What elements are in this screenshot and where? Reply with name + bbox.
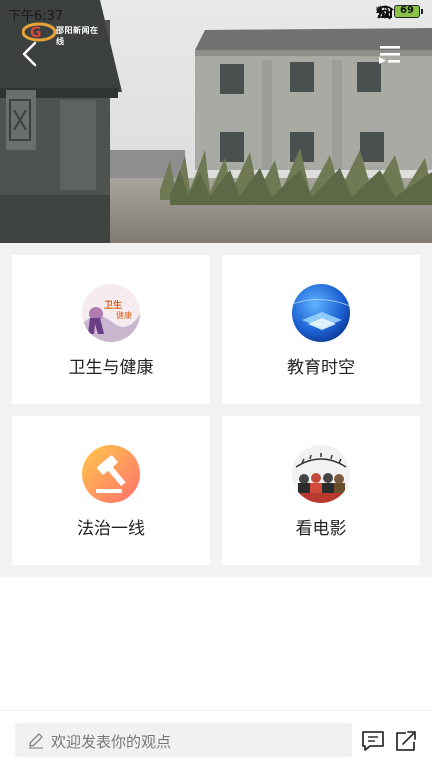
comment-input[interactable]: 欢迎发表你的观点	[15, 723, 352, 757]
category-card-movie[interactable]: 看电影	[222, 416, 420, 565]
education-thumb-icon	[292, 284, 350, 342]
gavel-thumb-icon	[82, 445, 140, 503]
comment-placeholder: 欢迎发表你的观点	[51, 733, 172, 751]
comment-icon	[362, 731, 384, 751]
category-label: 卫生与健康	[68, 358, 154, 378]
health-thumb-icon: 卫生 健康	[82, 284, 140, 342]
category-card-education[interactable]: 教育时空	[222, 255, 420, 404]
category-grid: 卫生 健康 卫生与健康 教育时空 法治一线 看电影	[0, 243, 432, 577]
category-card-health[interactable]: 卫生 健康 卫生与健康	[12, 255, 210, 404]
share-button[interactable]	[394, 730, 418, 752]
video-player[interactable]: 下午6:37 HD 69 G 邵阳新闻在线	[0, 0, 432, 243]
comment-bar: 欢迎发表你的观点	[0, 710, 432, 768]
category-card-law[interactable]: 法治一线	[12, 416, 210, 565]
playlist-icon	[379, 46, 400, 64]
app-screen: 下午6:37 HD 69 G 邵阳新闻在线 卫生 健康 卫生与健康 教育时空 法…	[0, 0, 432, 768]
channel-logo: G 邵阳新闻在线	[22, 20, 102, 46]
category-label: 法治一线	[77, 519, 145, 539]
category-label: 看电影	[295, 519, 347, 539]
share-icon	[396, 731, 416, 751]
chevron-left-icon	[22, 41, 37, 67]
pencil-icon	[29, 733, 43, 749]
svg-text:健康: 健康	[116, 310, 132, 320]
svg-text:卫生: 卫生	[104, 299, 122, 311]
channel-logo-text: 邵阳新闻在线	[56, 26, 99, 46]
comment-button[interactable]	[361, 730, 385, 752]
status-icons: HD 69	[376, 5, 426, 20]
playlist-button[interactable]	[376, 44, 402, 66]
category-label: 教育时空	[287, 358, 355, 378]
svg-text:G: G	[30, 25, 42, 41]
back-button[interactable]	[18, 40, 42, 68]
channel-logo-icon: G	[22, 22, 57, 42]
battery-icon: 69	[394, 5, 423, 18]
movie-thumb-icon	[292, 445, 350, 503]
